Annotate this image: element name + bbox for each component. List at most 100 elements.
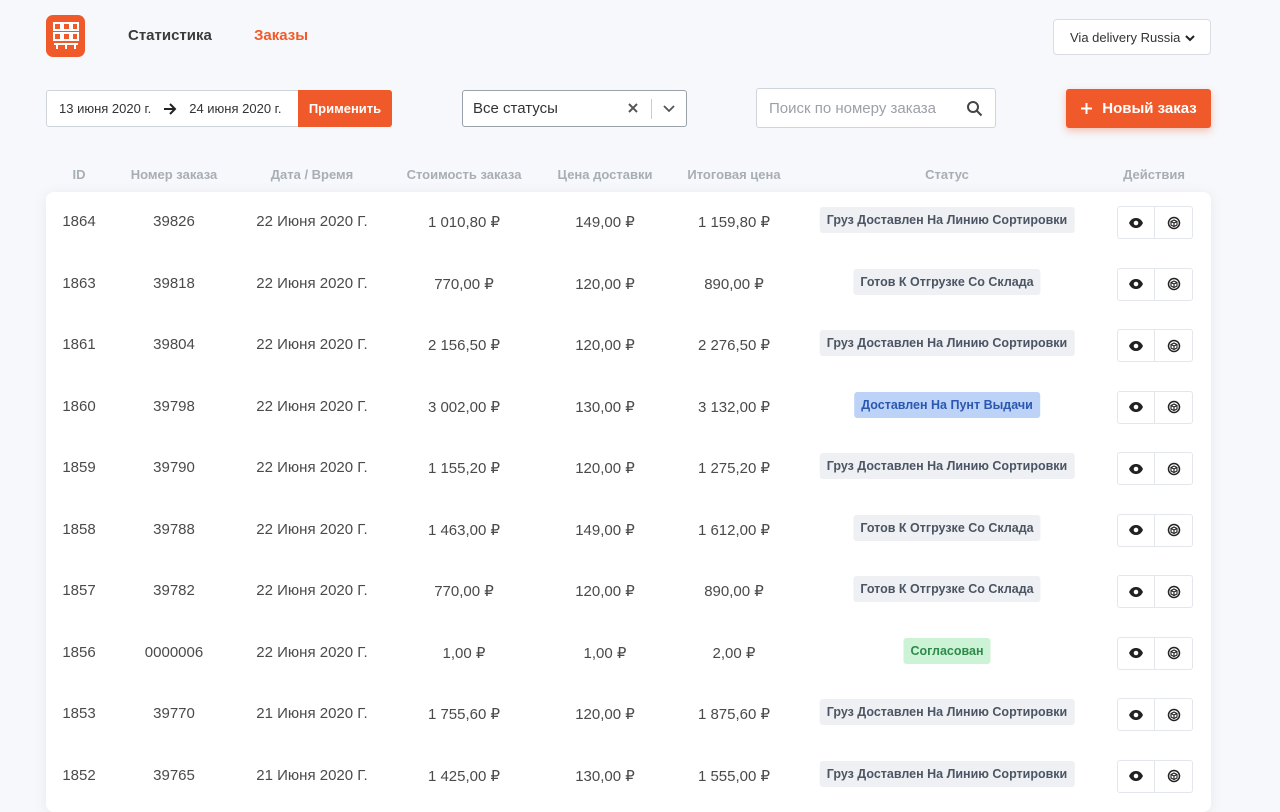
cell-date: 21 Июня 2020 Г. <box>256 705 368 722</box>
track-order-button[interactable] <box>1155 575 1193 608</box>
app-logo[interactable] <box>46 15 85 57</box>
status-badge: Доставлен На Пунт Выдачи <box>854 391 1040 418</box>
search-icon[interactable] <box>966 100 983 117</box>
eye-icon <box>1128 709 1144 721</box>
column-header-id: ID <box>72 167 86 182</box>
orders-table: 1864 39826 22 Июня 2020 Г. 1 010,80 ₽ 149,00… <box>46 192 1211 812</box>
apply-button[interactable]: Применить <box>298 90 392 127</box>
date-from-field[interactable]: 13 июня 2020 г. <box>59 101 151 116</box>
package-icon <box>1167 523 1181 537</box>
company-selector[interactable]: Via delivery Russia <box>1053 19 1211 55</box>
view-order-button[interactable] <box>1117 267 1155 301</box>
cell-delivery-price: 120,00 ₽ <box>575 275 635 293</box>
row-actions <box>1117 636 1193 670</box>
cell-order-number: 39804 <box>153 336 195 353</box>
view-order-button[interactable] <box>1117 513 1155 547</box>
cell-total-price: 3 132,00 ₽ <box>697 398 771 416</box>
table-row[interactable]: 1860 39798 22 Июня 2020 Г. 3 002,00 ₽ 130,00… <box>46 377 1211 439</box>
cell-id: 1856 <box>62 643 96 661</box>
table-row[interactable]: 1852 39765 21 Июня 2020 Г. 1 425,00 ₽130,00… <box>46 746 1211 808</box>
row-actions <box>1117 267 1193 301</box>
clear-icon[interactable] <box>626 101 640 115</box>
table-header: ID Номер заказа Дата / Время Стоимость з… <box>46 165 1211 185</box>
cell-delivery-price: 130,00 ₽ <box>575 767 635 785</box>
column-header-date: Дата / Время <box>270 167 354 182</box>
cell-order-cost: 1,00 ₽ <box>442 644 486 662</box>
cell-date: 22 Июня 2020 Г. <box>256 213 368 230</box>
search-input[interactable] <box>757 89 957 127</box>
eye-icon <box>1128 278 1144 290</box>
track-order-button[interactable] <box>1155 329 1193 362</box>
package-icon <box>1167 646 1181 660</box>
cell-total-price: 890,00 ₽ <box>704 275 764 293</box>
table-row[interactable]: 1853 39770 21 Июня 2020 Г. 1 755,60 ₽ 120,00… <box>46 684 1211 746</box>
view-order-button[interactable] <box>1117 698 1155 731</box>
cell-id: 1860 <box>62 397 96 415</box>
package-icon <box>1167 339 1181 353</box>
cell-date: 22 Июня 2020 Г. <box>256 336 368 353</box>
status-badge: Груз Доставлен На Линию Сортировки <box>819 760 1075 787</box>
cell-delivery-price: 149,00 ₽ <box>575 521 635 539</box>
package-icon <box>1167 216 1181 230</box>
status-filter-select[interactable]: Все статусы <box>462 90 687 127</box>
view-order-button[interactable] <box>1117 759 1155 793</box>
table-row[interactable]: 1858 39788 22 Июня 2020 Г. 1 463,00 ₽ 149,00… <box>46 500 1211 562</box>
status-badge: Готов К Отгрузке Со Склада <box>853 576 1041 602</box>
table-row[interactable]: 1863 39818 22 Июня 2020 Г. 770,00 ₽ 120,00 ₽… <box>46 254 1211 316</box>
track-order-button[interactable] <box>1155 390 1193 424</box>
cell-order-number: 39818 <box>153 274 195 292</box>
track-order-button[interactable] <box>1155 513 1193 547</box>
status-badge: Груз Доставлен На Линию Сортировки <box>819 699 1075 725</box>
cell-delivery-price: 120,00 ₽ <box>575 460 635 477</box>
nav-statistics[interactable]: Статистика <box>128 27 212 44</box>
cell-id: 1861 <box>62 336 96 353</box>
eye-icon <box>1128 524 1144 536</box>
table-row[interactable]: 1856 0000006 22 Июня 2020 Г. 1,00 ₽ 1,00 ₽ 2,… <box>46 623 1211 685</box>
view-order-button[interactable] <box>1117 575 1155 608</box>
plus-icon <box>1080 102 1093 115</box>
select-divider <box>651 99 652 119</box>
nav-orders[interactable]: Заказы <box>254 27 308 44</box>
track-order-button[interactable] <box>1155 698 1193 731</box>
cell-total-price: 1 275,20 ₽ <box>697 460 771 477</box>
date-to-field[interactable]: 24 июня 2020 г. <box>189 101 281 116</box>
cell-delivery-price: 130,00 ₽ <box>575 398 635 416</box>
cell-order-cost: 1 155,20 ₽ <box>427 460 501 477</box>
cell-id: 1863 <box>62 274 96 292</box>
table-row[interactable]: 1864 39826 22 Июня 2020 Г. 1 010,80 ₽ 149,00… <box>46 192 1211 254</box>
chevron-down-icon <box>1185 35 1195 42</box>
cell-total-price: 2 276,50 ₽ <box>697 337 771 354</box>
cell-delivery-price: 1,00 ₽ <box>583 644 627 662</box>
view-order-button[interactable] <box>1117 329 1155 362</box>
package-icon <box>1167 708 1181 722</box>
cell-date: 22 Июня 2020 Г. <box>256 397 368 415</box>
chevron-down-icon[interactable] <box>662 103 676 115</box>
new-order-button[interactable]: Новый заказ <box>1066 89 1211 128</box>
cell-delivery-price: 120,00 ₽ <box>575 583 635 600</box>
view-order-button[interactable] <box>1117 452 1155 485</box>
cell-date: 22 Июня 2020 Г. <box>256 520 368 538</box>
row-actions <box>1117 452 1193 485</box>
row-actions <box>1117 513 1193 547</box>
package-icon <box>1167 462 1181 476</box>
top-bar: Статистика Заказы Via delivery Russia <box>0 0 1280 70</box>
package-icon <box>1167 400 1181 414</box>
row-actions <box>1117 575 1193 608</box>
track-order-button[interactable] <box>1155 206 1193 239</box>
view-order-button[interactable] <box>1117 390 1155 424</box>
column-header-status: Статус <box>925 167 969 182</box>
cell-order-cost: 1 010,80 ₽ <box>427 214 501 231</box>
view-order-button[interactable] <box>1117 206 1155 239</box>
track-order-button[interactable] <box>1155 636 1193 670</box>
status-badge: Груз Доставлен На Линию Сортировки <box>819 330 1075 356</box>
table-row[interactable]: 1859 39790 22 Июня 2020 Г. 1 155,20 ₽ 120,00… <box>46 438 1211 500</box>
view-order-button[interactable] <box>1117 636 1155 670</box>
track-order-button[interactable] <box>1155 452 1193 485</box>
cell-total-price: 1 159,80 ₽ <box>697 214 771 231</box>
cell-order-number: 39790 <box>153 459 195 476</box>
track-order-button[interactable] <box>1155 759 1193 793</box>
table-row[interactable]: 1857 39782 22 Июня 2020 Г. 770,00 ₽ 120,00 ₽… <box>46 561 1211 623</box>
table-row[interactable]: 1861 39804 22 Июня 2020 Г. 2 156,50 ₽ 120,00… <box>46 315 1211 377</box>
company-label: Via delivery Russia <box>1070 29 1181 45</box>
track-order-button[interactable] <box>1155 267 1193 301</box>
